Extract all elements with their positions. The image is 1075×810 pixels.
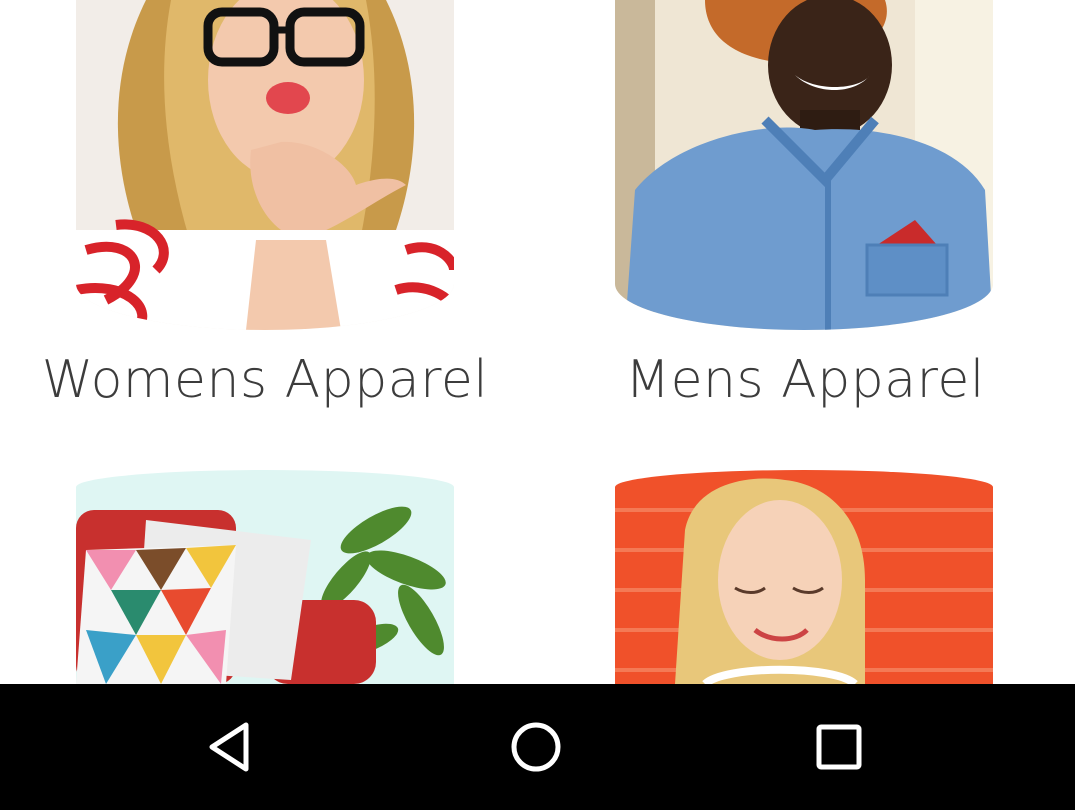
home-button[interactable] (476, 684, 596, 810)
back-button[interactable] (172, 684, 292, 810)
womens-apparel-image[interactable] (76, 0, 454, 330)
category-grid: Womens Apparel Mens Apparel (0, 0, 1075, 684)
headphones-image[interactable] (615, 470, 993, 684)
category-tile-headphones[interactable] (537, 470, 1075, 684)
category-tile-mens[interactable]: Mens Apparel (537, 0, 1075, 430)
mens-apparel-image[interactable] (615, 0, 993, 330)
android-navigation-bar (0, 684, 1075, 810)
category-tile-home[interactable] (0, 470, 537, 684)
home-decor-image[interactable] (76, 470, 454, 684)
recents-icon (816, 724, 862, 770)
category-label-mens: Mens Apparel (625, 350, 985, 410)
home-icon (511, 722, 561, 772)
recents-button[interactable] (779, 684, 899, 810)
category-label-womens: Womens Apparel (41, 350, 489, 410)
category-tile-womens[interactable]: Womens Apparel (0, 0, 537, 430)
back-icon (209, 722, 249, 772)
